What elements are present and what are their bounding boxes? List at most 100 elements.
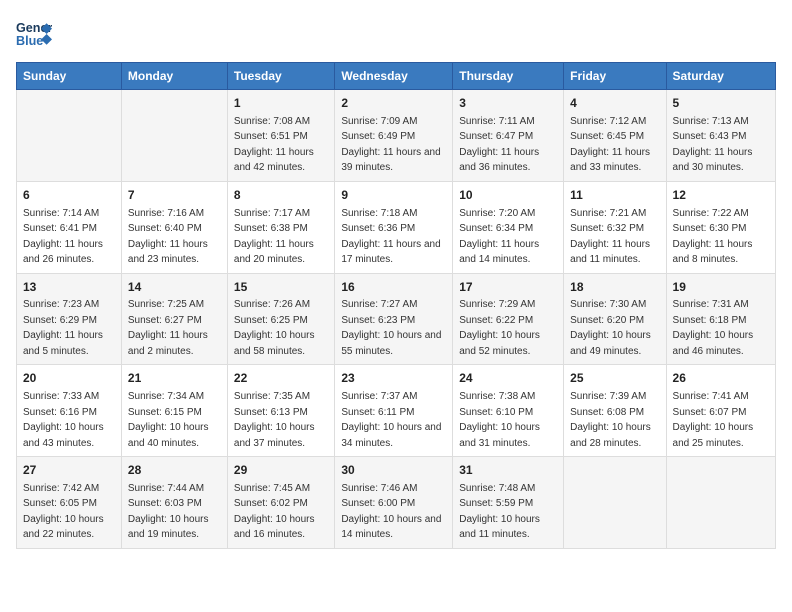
- logo-icon: General Blue: [16, 16, 52, 52]
- calendar-cell: 10 Sunrise: 7:20 AMSunset: 6:34 PMDayligh…: [453, 181, 564, 273]
- day-number: 22: [234, 370, 328, 387]
- cell-info: Sunrise: 7:11 AMSunset: 6:47 PMDaylight:…: [459, 116, 539, 174]
- header-day-wednesday: Wednesday: [335, 63, 453, 90]
- calendar-cell: 25 Sunrise: 7:39 AMSunset: 6:08 PMDayligh…: [564, 365, 666, 457]
- day-number: 16: [341, 279, 446, 296]
- week-row-5: 27Sunrise: 7:42 AMSunset: 6:05 PMDayligh…: [17, 457, 776, 549]
- day-number: 23: [341, 370, 446, 387]
- calendar-cell: 30 Sunrise: 7:46 AMSunset: 6:00 PMDayligh…: [335, 457, 453, 549]
- cell-info: Sunrise: 7:17 AMSunset: 6:38 PMDaylight:…: [234, 208, 314, 266]
- cell-info: Sunrise: 7:16 AMSunset: 6:40 PMDaylight:…: [128, 208, 208, 266]
- day-number: 9: [341, 187, 446, 204]
- day-number: 17: [459, 279, 557, 296]
- header-day-friday: Friday: [564, 63, 666, 90]
- cell-info: Sunrise: 7:44 AMSunset: 6:03 PMDaylight:…: [128, 483, 209, 541]
- calendar-cell: 26 Sunrise: 7:41 AMSunset: 6:07 PMDayligh…: [666, 365, 775, 457]
- calendar-cell: 20Sunrise: 7:33 AMSunset: 6:16 PMDayligh…: [17, 365, 122, 457]
- cell-info: Sunrise: 7:14 AMSunset: 6:41 PMDaylight:…: [23, 208, 103, 266]
- cell-info: Sunrise: 7:18 AMSunset: 6:36 PMDaylight:…: [341, 208, 440, 266]
- calendar-cell: [17, 90, 122, 182]
- cell-info: Sunrise: 7:30 AMSunset: 6:20 PMDaylight:…: [570, 299, 651, 357]
- calendar-cell: 19Sunrise: 7:31 AMSunset: 6:18 PMDayligh…: [666, 273, 775, 365]
- cell-info: Sunrise: 7:38 AMSunset: 6:10 PMDaylight:…: [459, 391, 540, 449]
- calendar-cell: 14 Sunrise: 7:25 AMSunset: 6:27 PMDayligh…: [121, 273, 227, 365]
- day-number: 28: [128, 462, 221, 479]
- page-header: General Blue: [16, 16, 776, 52]
- cell-info: Sunrise: 7:12 AMSunset: 6:45 PMDaylight:…: [570, 116, 650, 174]
- calendar-cell: [666, 457, 775, 549]
- cell-info: Sunrise: 7:08 AMSunset: 6:51 PMDaylight:…: [234, 116, 314, 174]
- cell-info: Sunrise: 7:31 AMSunset: 6:18 PMDaylight:…: [673, 299, 754, 357]
- day-number: 5: [673, 95, 769, 112]
- week-row-1: 1Sunrise: 7:08 AMSunset: 6:51 PMDaylight…: [17, 90, 776, 182]
- calendar-cell: 2 Sunrise: 7:09 AMSunset: 6:49 PMDaylight…: [335, 90, 453, 182]
- day-number: 8: [234, 187, 328, 204]
- cell-info: Sunrise: 7:23 AMSunset: 6:29 PMDaylight:…: [23, 299, 103, 357]
- cell-info: Sunrise: 7:45 AMSunset: 6:02 PMDaylight:…: [234, 483, 315, 541]
- day-number: 31: [459, 462, 557, 479]
- day-number: 12: [673, 187, 769, 204]
- week-row-4: 20Sunrise: 7:33 AMSunset: 6:16 PMDayligh…: [17, 365, 776, 457]
- day-number: 11: [570, 187, 659, 204]
- header-day-monday: Monday: [121, 63, 227, 90]
- calendar-cell: 7 Sunrise: 7:16 AMSunset: 6:40 PMDaylight…: [121, 181, 227, 273]
- calendar-cell: 18Sunrise: 7:30 AMSunset: 6:20 PMDayligh…: [564, 273, 666, 365]
- calendar-cell: 15 Sunrise: 7:26 AMSunset: 6:25 PMDayligh…: [227, 273, 334, 365]
- calendar-cell: 3Sunrise: 7:11 AMSunset: 6:47 PMDaylight…: [453, 90, 564, 182]
- calendar-cell: 31 Sunrise: 7:48 AMSunset: 5:59 PMDayligh…: [453, 457, 564, 549]
- day-number: 2: [341, 95, 446, 112]
- cell-info: Sunrise: 7:26 AMSunset: 6:25 PMDaylight:…: [234, 299, 315, 357]
- day-number: 7: [128, 187, 221, 204]
- cell-info: Sunrise: 7:29 AMSunset: 6:22 PMDaylight:…: [459, 299, 540, 357]
- header-day-tuesday: Tuesday: [227, 63, 334, 90]
- logo: General Blue: [16, 16, 52, 52]
- header-row: SundayMondayTuesdayWednesdayThursdayFrid…: [17, 63, 776, 90]
- day-number: 24: [459, 370, 557, 387]
- day-number: 14: [128, 279, 221, 296]
- calendar-cell: 11 Sunrise: 7:21 AMSunset: 6:32 PMDayligh…: [564, 181, 666, 273]
- cell-info: Sunrise: 7:41 AMSunset: 6:07 PMDaylight:…: [673, 391, 754, 449]
- cell-info: Sunrise: 7:21 AMSunset: 6:32 PMDaylight:…: [570, 208, 650, 266]
- cell-info: Sunrise: 7:34 AMSunset: 6:15 PMDaylight:…: [128, 391, 209, 449]
- cell-info: Sunrise: 7:27 AMSunset: 6:23 PMDaylight:…: [341, 299, 441, 357]
- cell-info: Sunrise: 7:09 AMSunset: 6:49 PMDaylight:…: [341, 116, 440, 174]
- calendar-cell: 6 Sunrise: 7:14 AMSunset: 6:41 PMDaylight…: [17, 181, 122, 273]
- day-number: 30: [341, 462, 446, 479]
- cell-info: Sunrise: 7:48 AMSunset: 5:59 PMDaylight:…: [459, 483, 540, 541]
- cell-info: Sunrise: 7:35 AMSunset: 6:13 PMDaylight:…: [234, 391, 315, 449]
- calendar-cell: 9 Sunrise: 7:18 AMSunset: 6:36 PMDaylight…: [335, 181, 453, 273]
- calendar-cell: 4 Sunrise: 7:12 AMSunset: 6:45 PMDaylight…: [564, 90, 666, 182]
- week-row-3: 13Sunrise: 7:23 AMSunset: 6:29 PMDayligh…: [17, 273, 776, 365]
- calendar-cell: 29Sunrise: 7:45 AMSunset: 6:02 PMDayligh…: [227, 457, 334, 549]
- header-day-sunday: Sunday: [17, 63, 122, 90]
- svg-text:Blue: Blue: [16, 34, 43, 48]
- cell-info: Sunrise: 7:42 AMSunset: 6:05 PMDaylight:…: [23, 483, 104, 541]
- day-number: 21: [128, 370, 221, 387]
- calendar-cell: 5Sunrise: 7:13 AMSunset: 6:43 PMDaylight…: [666, 90, 775, 182]
- day-number: 10: [459, 187, 557, 204]
- week-row-2: 6 Sunrise: 7:14 AMSunset: 6:41 PMDaylight…: [17, 181, 776, 273]
- calendar-cell: 16 Sunrise: 7:27 AMSunset: 6:23 PMDayligh…: [335, 273, 453, 365]
- header-day-saturday: Saturday: [666, 63, 775, 90]
- calendar-cell: 22 Sunrise: 7:35 AMSunset: 6:13 PMDayligh…: [227, 365, 334, 457]
- calendar-cell: [564, 457, 666, 549]
- calendar-cell: 17 Sunrise: 7:29 AMSunset: 6:22 PMDayligh…: [453, 273, 564, 365]
- cell-info: Sunrise: 7:22 AMSunset: 6:30 PMDaylight:…: [673, 208, 753, 266]
- cell-info: Sunrise: 7:25 AMSunset: 6:27 PMDaylight:…: [128, 299, 208, 357]
- cell-info: Sunrise: 7:20 AMSunset: 6:34 PMDaylight:…: [459, 208, 539, 266]
- calendar-body: 1Sunrise: 7:08 AMSunset: 6:51 PMDaylight…: [17, 90, 776, 549]
- calendar-cell: 23Sunrise: 7:37 AMSunset: 6:11 PMDayligh…: [335, 365, 453, 457]
- calendar-header: SundayMondayTuesdayWednesdayThursdayFrid…: [17, 63, 776, 90]
- day-number: 25: [570, 370, 659, 387]
- calendar-cell: 1Sunrise: 7:08 AMSunset: 6:51 PMDaylight…: [227, 90, 334, 182]
- cell-info: Sunrise: 7:33 AMSunset: 6:16 PMDaylight:…: [23, 391, 104, 449]
- calendar-cell: [121, 90, 227, 182]
- cell-info: Sunrise: 7:39 AMSunset: 6:08 PMDaylight:…: [570, 391, 651, 449]
- day-number: 6: [23, 187, 115, 204]
- day-number: 4: [570, 95, 659, 112]
- day-number: 15: [234, 279, 328, 296]
- calendar-cell: 12 Sunrise: 7:22 AMSunset: 6:30 PMDayligh…: [666, 181, 775, 273]
- cell-info: Sunrise: 7:46 AMSunset: 6:00 PMDaylight:…: [341, 483, 441, 541]
- calendar-cell: 27Sunrise: 7:42 AMSunset: 6:05 PMDayligh…: [17, 457, 122, 549]
- day-number: 26: [673, 370, 769, 387]
